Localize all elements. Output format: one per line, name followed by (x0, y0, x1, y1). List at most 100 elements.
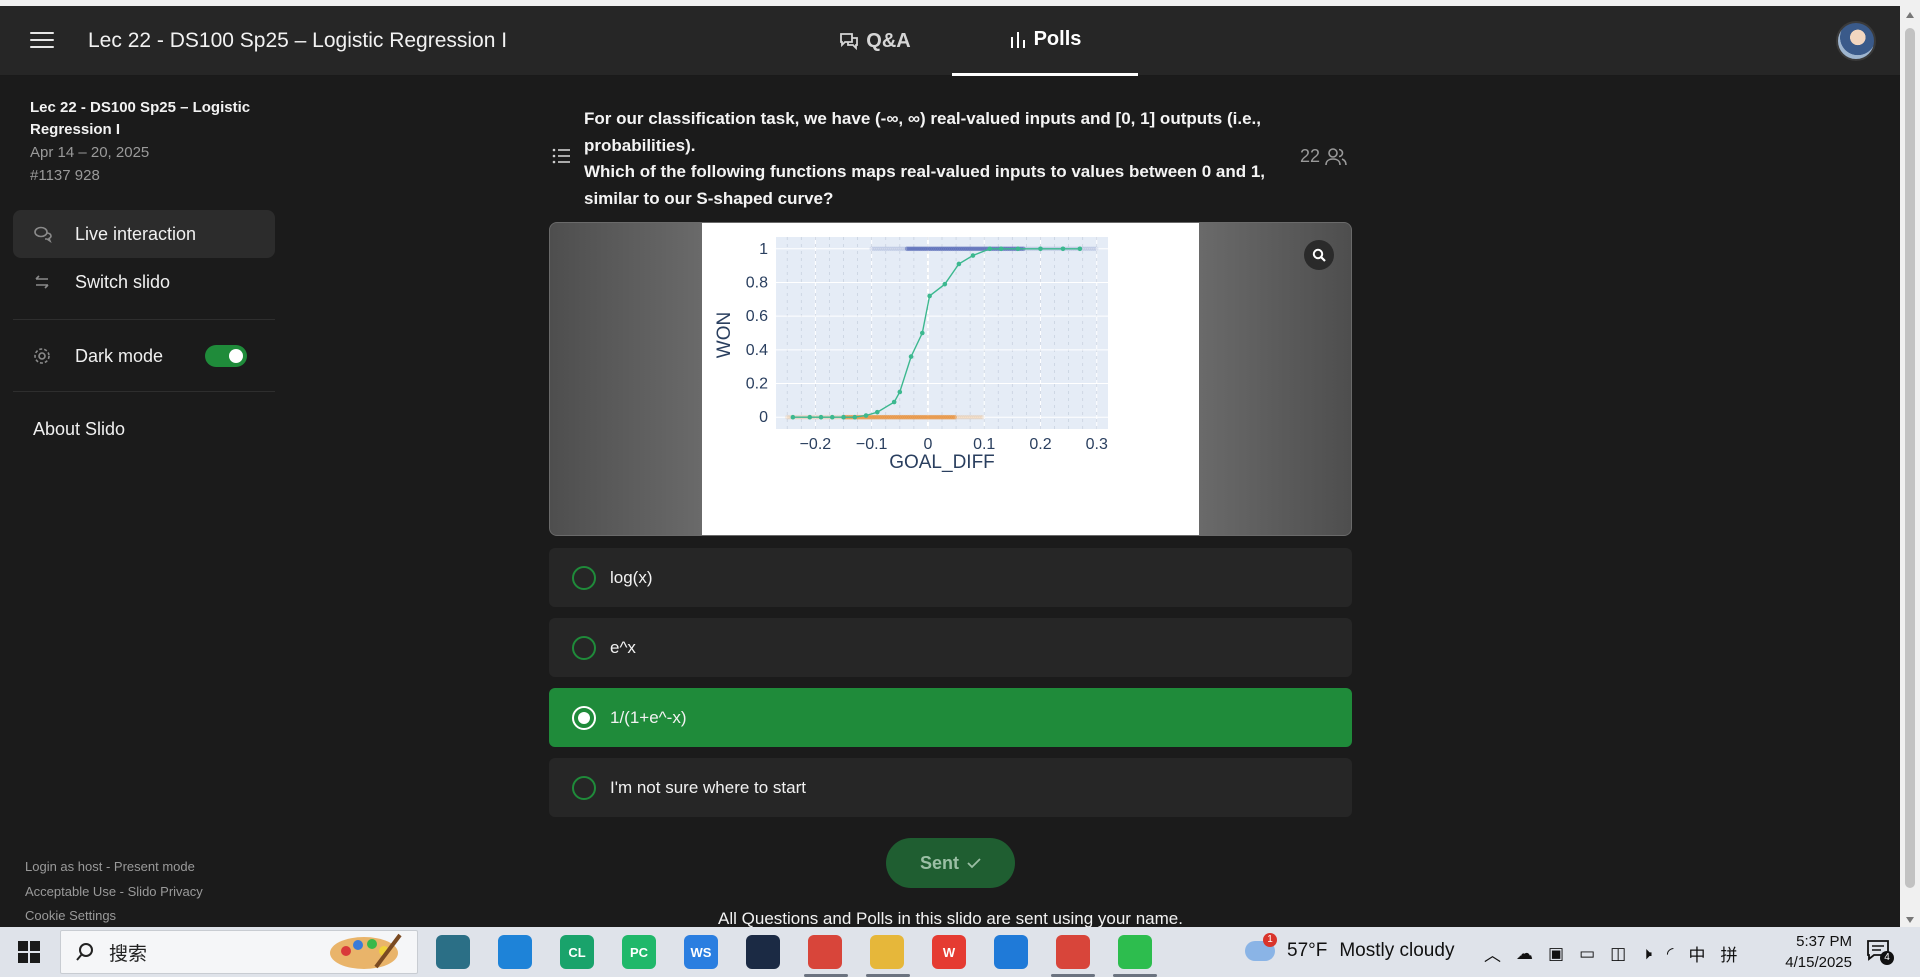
poll-option-4[interactable]: I'm not sure where to start (549, 758, 1352, 817)
x-tick-label: 0.1 (973, 436, 995, 453)
x-tick-label: 0 (923, 436, 932, 453)
bar-chart-icon (1010, 31, 1025, 48)
taskbar-clock[interactable]: 5:37 PM 4/15/2025 (1762, 931, 1852, 973)
zoom-button[interactable] (1304, 240, 1334, 270)
y-tick-label: 0.8 (746, 274, 768, 291)
poll-option-2[interactable]: e^x (549, 618, 1352, 677)
radio-button[interactable] (572, 775, 596, 800)
dark-mode-toggle[interactable] (205, 345, 247, 367)
weather-temp: 57°F (1287, 940, 1328, 961)
edge-browser-icon[interactable] (498, 935, 532, 969)
privacy-notice: All Questions and Polls in this slido ar… (718, 909, 1183, 928)
data-point (956, 261, 962, 267)
chat-bubbles-icon (33, 225, 55, 243)
gear-icon (33, 347, 55, 365)
scrollbar-thumb[interactable] (1905, 28, 1915, 888)
data-point (1077, 246, 1083, 252)
brain-app-icon[interactable] (436, 935, 470, 969)
magnifier-icon (1312, 248, 1326, 262)
present-mode-link[interactable]: Present mode (114, 859, 195, 874)
tab-polls[interactable]: Polls (952, 6, 1138, 76)
radio-button[interactable] (572, 565, 596, 590)
data-point (891, 399, 897, 405)
steam-icon[interactable] (746, 935, 780, 969)
poll-question-line1: For our classification task, we have (-∞… (584, 109, 1261, 155)
chart-svg: −0.2 −0.1 0 0.1 0.2 0.3 0 0.2 0.4 0.6 0.8 1 GOAL_D… (714, 237, 1108, 473)
data-point (998, 246, 1004, 252)
poll-option-1[interactable]: log(x) (549, 548, 1352, 607)
cloud-sync-icon[interactable]: ☁ (1516, 944, 1533, 964)
sidebar-event-code: #1137 928 (30, 167, 100, 184)
participant-count-value: 22 (1300, 146, 1321, 166)
menu-icon[interactable] (30, 32, 54, 50)
speaker-muted-icon[interactable]: 🕨 (1641, 944, 1652, 964)
poll-option-3[interactable]: 1/(1+e^-x) (549, 688, 1352, 747)
weather-widget[interactable]: 1 57°F Mostly cloudy (1245, 933, 1454, 962)
user-avatar[interactable] (1836, 21, 1876, 61)
sidebar-event-title: Lec 22 - DS100 Sp25 – Logistic Regressio… (30, 99, 251, 138)
x-tick-label: −0.2 (800, 436, 832, 453)
slido-privacy-link[interactable]: Slido Privacy (128, 884, 203, 899)
data-point (863, 413, 869, 418)
clipboard-icon[interactable]: ▣ (1548, 944, 1564, 964)
sidebar-item-label: Dark mode (75, 345, 164, 366)
wifi-icon[interactable]: ◜ (1667, 944, 1674, 964)
poll-list-icon[interactable] (552, 148, 570, 169)
y-tick-labels: 0 0.2 0.4 0.6 0.8 1 (746, 241, 768, 426)
sent-button[interactable]: Sent (886, 838, 1015, 888)
data-point (818, 414, 824, 420)
battery-icon[interactable]: ▭ (1579, 944, 1595, 964)
data-point (1015, 246, 1021, 252)
data-point (920, 330, 925, 336)
chrome-profile-icon[interactable] (1056, 935, 1090, 969)
notification-center-icon[interactable]: 4 (1866, 939, 1894, 966)
weather-badge: 1 (1263, 933, 1277, 947)
wps-icon[interactable]: W (932, 935, 966, 969)
pycharm-icon[interactable]: PC (622, 935, 656, 969)
x-axis-label: GOAL_DIFF (889, 452, 995, 473)
poll-question-line2: Which of the following functions maps re… (584, 162, 1266, 208)
data-point (927, 293, 932, 299)
radio-button-selected[interactable] (572, 705, 596, 730)
ime-mode[interactable]: 拼 (1721, 941, 1738, 966)
file-explorer-icon[interactable] (870, 935, 904, 969)
people-icon (1325, 147, 1347, 165)
tab-polls-label: Polls (1033, 28, 1082, 50)
footer-links-row2: Acceptable Use - Slido Privacy (25, 884, 203, 899)
rug-point (1093, 246, 1099, 252)
clion-icon[interactable]: CL (560, 935, 594, 969)
notification-count: 4 (1880, 951, 1894, 965)
scroll-up-arrow[interactable] (1906, 12, 1914, 18)
radio-button[interactable] (572, 635, 596, 660)
x-tick-label: −0.1 (856, 436, 888, 453)
windows-taskbar: 搜索 CL PC WS W 1 57°F Mostly cloudy ︿ ☁ ▣ ▭ … (0, 927, 1920, 977)
search-icon (76, 943, 93, 961)
ime-language[interactable]: 中 (1689, 941, 1706, 966)
sidebar-item-live-interaction[interactable]: Live interaction (13, 210, 275, 258)
speech-bubbles-icon (840, 33, 859, 50)
data-point (942, 281, 948, 287)
search-placeholder: 搜索 (109, 943, 148, 965)
webstorm-icon[interactable]: WS (684, 935, 718, 969)
poll-question: For our classification task, we have (-∞… (584, 106, 1284, 212)
acceptable-use-link[interactable]: Acceptable Use (25, 884, 116, 899)
windows-start-icon[interactable] (18, 941, 40, 963)
x-tick-label: 0.2 (1029, 436, 1051, 453)
y-tick-label: 0.6 (746, 308, 768, 325)
login-as-host-link[interactable]: Login as host (25, 859, 102, 874)
data-point (841, 414, 846, 420)
y-tick-label: 1 (759, 241, 768, 258)
cookie-settings-link[interactable]: Cookie Settings (25, 908, 116, 923)
sidebar-item-switch-slido[interactable]: Switch slido (13, 258, 275, 306)
about-slido-link[interactable]: About Slido (33, 419, 125, 440)
wechat-icon[interactable] (1118, 935, 1152, 969)
data-point (1060, 246, 1066, 252)
scroll-down-arrow[interactable] (1906, 917, 1914, 923)
chevron-up-icon[interactable]: ︿ (1484, 941, 1501, 966)
tab-qa[interactable]: Q&A (800, 6, 950, 76)
page-scrollbar[interactable] (1900, 6, 1920, 927)
camera-icon[interactable]: ◫ (1610, 944, 1626, 964)
vscode-icon[interactable] (994, 935, 1028, 969)
chrome-icon[interactable] (808, 935, 842, 969)
y-axis-label: WON (714, 312, 735, 358)
